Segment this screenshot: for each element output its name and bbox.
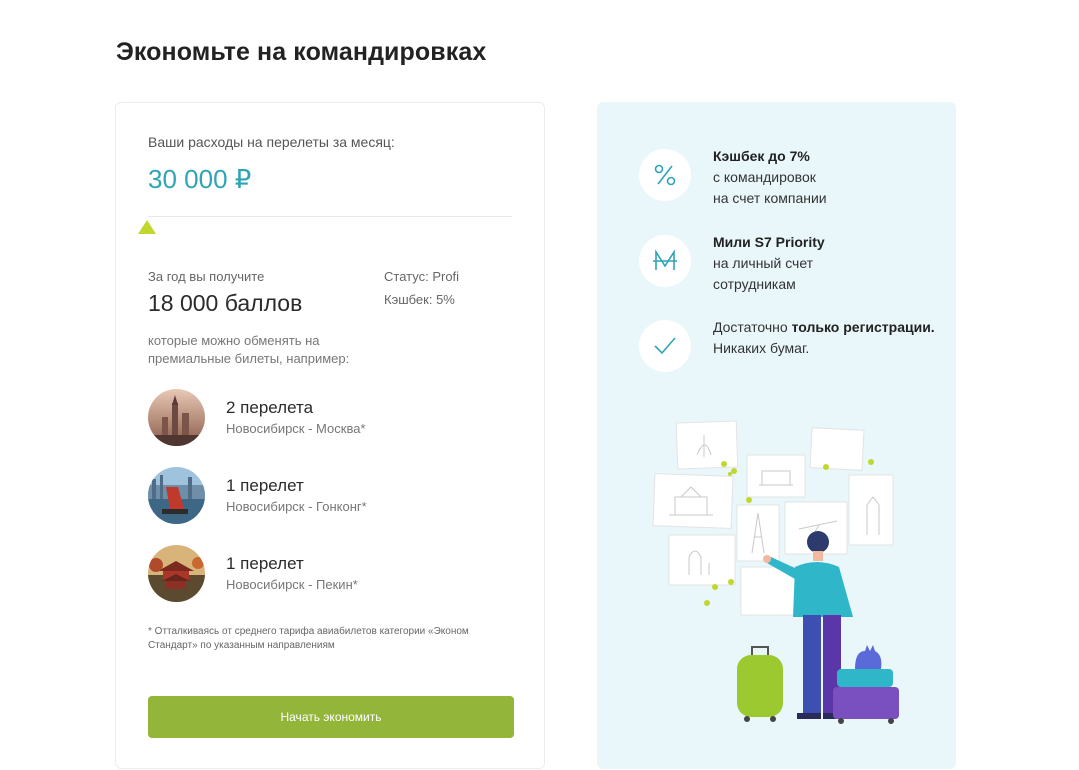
trip-title: 1 перелет <box>226 554 304 573</box>
yearly-gain-label: За год вы получите <box>148 269 265 284</box>
benefit-title: только регистрации. <box>791 319 935 335</box>
tariff-footnote: * Отталкиваясь от среднего тарифа авиаби… <box>148 626 469 651</box>
start-saving-button[interactable]: Начать экономить <box>148 696 514 738</box>
trip-route: Новосибирск - Гонконг* <box>226 499 367 514</box>
monthly-spend-label: Ваши расходы на перелеты за месяц: <box>148 134 395 150</box>
benefit-line: с командировок <box>713 169 816 185</box>
status-value: Статус: Profi <box>384 269 460 284</box>
benefits-panel: Кэшбек до 7% с командировок на счет комп… <box>597 102 956 769</box>
benefit-cashback: Кэшбек до 7% с командировок на счет комп… <box>639 144 939 214</box>
benefit-title: Мили S7 Priority <box>713 234 825 250</box>
page-title: Экономьте на командировках <box>116 38 487 66</box>
trip-title: 1 перелет <box>226 476 304 495</box>
hongkong-photo <box>148 467 205 524</box>
trip-route: Новосибирск - Москва* <box>226 421 366 436</box>
percent-icon <box>639 149 691 201</box>
beijing-photo <box>148 545 205 602</box>
traveler-illustration <box>597 407 956 769</box>
benefit-line: Достаточно <box>713 319 792 335</box>
check-icon <box>639 320 691 372</box>
miles-icon <box>639 235 691 287</box>
benefit-line: на счет компании <box>713 190 827 206</box>
benefit-registration: Достаточно только регистрации. Никаких б… <box>639 315 939 385</box>
cashback-value: Кэшбек: 5% <box>384 292 455 307</box>
yearly-points-value: 18 000 баллов <box>148 290 303 316</box>
monthly-spend-value: 30 000 ₽ <box>148 164 252 194</box>
trip-route: Новосибирск - Пекин* <box>226 577 358 592</box>
benefit-line: сотрудникам <box>713 276 796 292</box>
benefit-miles: Мили S7 Priority на личный счет сотрудни… <box>639 230 939 300</box>
spend-slider-handle[interactable] <box>138 220 156 234</box>
moscow-photo <box>148 389 205 446</box>
savings-calculator-card: Ваши расходы на перелеты за месяц: 30 00… <box>115 102 545 769</box>
benefit-line: Никаких бумаг. <box>713 340 810 356</box>
spend-slider-track[interactable] <box>148 216 512 217</box>
trip-title: 2 перелета <box>226 398 314 417</box>
exchange-description: которые можно обменять на премиальные би… <box>148 333 350 366</box>
benefit-line: на личный счет <box>713 255 814 271</box>
benefit-title: Кэшбек до 7% <box>713 148 810 164</box>
